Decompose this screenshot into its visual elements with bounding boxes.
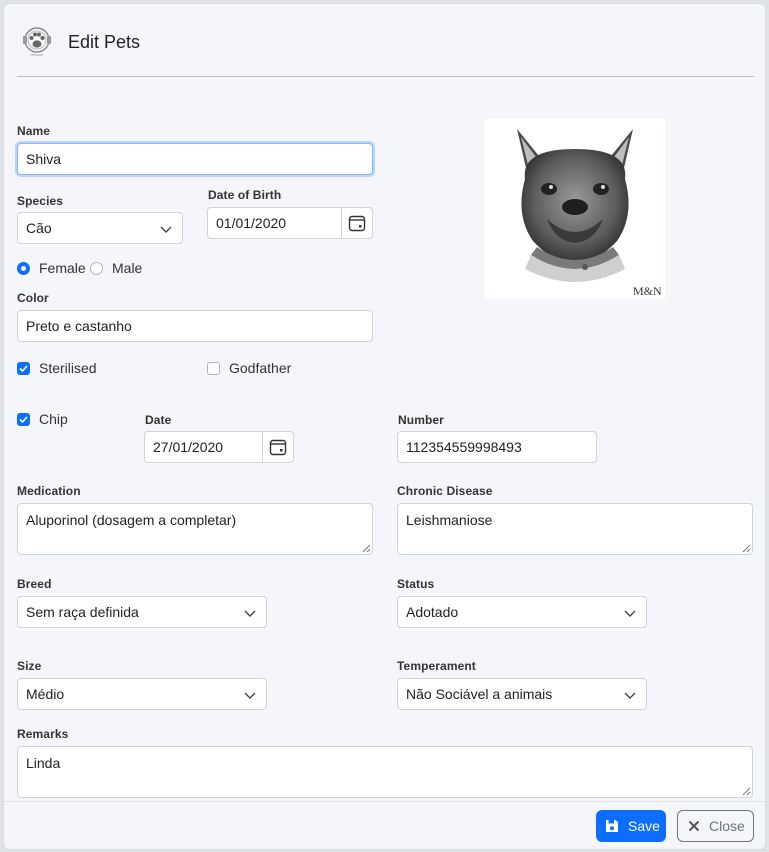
checkbox-unchecked-icon [207,361,220,375]
chevron-down-icon [244,610,256,617]
remarks-textarea[interactable]: Linda [17,746,753,798]
chip-date-label: Date [145,413,172,427]
close-icon [688,820,700,832]
close-label: Close [709,818,745,834]
status-value: Adotado [406,604,459,620]
dob-value: 01/01/2020 [216,215,287,231]
species-select[interactable]: Cão [17,212,183,244]
french-bulldog-sketch-image: M&N [517,129,662,298]
gender-female-radio[interactable]: Female [17,260,86,276]
resize-grip-icon[interactable] [742,544,751,553]
resize-grip-icon[interactable] [742,787,751,796]
chip-date-input[interactable]: 27/01/2020 [144,431,294,463]
radio-selected-icon [17,261,30,275]
status-label: Status [397,577,435,591]
temperament-value: Não Sociável a animais [406,686,553,702]
edit-pets-dialog: Edit Pets Name Shiva Species Cão Date of… [3,3,766,850]
chip-date-value: 27/01/2020 [153,439,224,455]
checkbox-checked-icon [17,412,30,426]
paw-badge-icon [23,27,51,56]
photo-signature: M&N [633,284,662,298]
breed-value: Sem raça definida [26,604,139,620]
chevron-down-icon [624,692,636,699]
calendar-icon [348,215,366,232]
breed-select[interactable]: Sem raça definida [17,596,267,628]
dob-input[interactable]: 01/01/2020 [207,207,373,239]
chip-number-input[interactable]: 112354559998493 [397,431,597,463]
checkbox-checked-icon [17,361,30,375]
gender-male-radio[interactable]: Male [90,260,142,276]
dob-calendar-button[interactable] [341,208,372,238]
radio-unselected-icon [90,261,103,275]
name-label: Name [17,124,51,138]
remarks-label: Remarks [17,727,69,741]
remarks-value: Linda [26,755,61,771]
size-value: Médio [26,686,65,702]
chip-label: Chip [39,411,68,427]
temperament-select[interactable]: Não Sociável a animais [397,678,647,710]
size-select[interactable]: Médio [17,678,267,710]
sterilised-label: Sterilised [39,360,97,376]
color-input[interactable]: Preto e castanho [17,310,373,342]
name-input[interactable]: Shiva [17,143,373,175]
chip-date-calendar-button[interactable] [262,432,293,462]
medication-label: Medication [17,484,81,498]
dialog-title: Edit Pets [68,32,141,52]
save-button[interactable]: Save [596,810,666,842]
dialog-header: Edit Pets [4,4,765,79]
chevron-down-icon [160,226,172,233]
chip-number-value: 112354559998493 [406,439,522,455]
breed-label: Breed [17,577,52,591]
floppy-disk-icon [606,820,618,832]
color-value: Preto e castanho [26,318,132,334]
species-label: Species [17,194,64,208]
sterilised-checkbox[interactable]: Sterilised [17,360,97,376]
medication-value: Aluporinol (dosagem a completar) [26,512,237,528]
save-label: Save [628,818,660,834]
chip-number-label: Number [398,413,444,427]
color-label: Color [17,291,49,305]
name-value: Shiva [26,151,62,167]
godfather-label: Godfather [229,360,292,376]
dob-label: Date of Birth [208,188,282,202]
chronic-disease-value: Leishmaniose [406,512,493,528]
female-label: Female [39,260,86,276]
header-divider [17,76,754,77]
chevron-down-icon [244,692,256,699]
temperament-label: Temperament [397,659,476,673]
resize-grip-icon[interactable] [362,544,371,553]
chronic-disease-textarea[interactable]: Leishmaniose [397,503,753,555]
medication-textarea[interactable]: Aluporinol (dosagem a completar) [17,503,373,555]
chronic-disease-label: Chronic Disease [397,484,493,498]
close-button[interactable]: Close [677,810,754,842]
godfather-checkbox[interactable]: Godfather [207,360,291,376]
footer-divider [4,801,765,802]
species-value: Cão [26,220,52,236]
pet-photo: M&N [485,119,665,299]
calendar-icon [269,439,287,456]
size-label: Size [17,659,42,673]
chevron-down-icon [624,610,636,617]
status-select[interactable]: Adotado [397,596,647,628]
chip-checkbox[interactable]: Chip [17,411,68,427]
male-label: Male [112,260,143,276]
